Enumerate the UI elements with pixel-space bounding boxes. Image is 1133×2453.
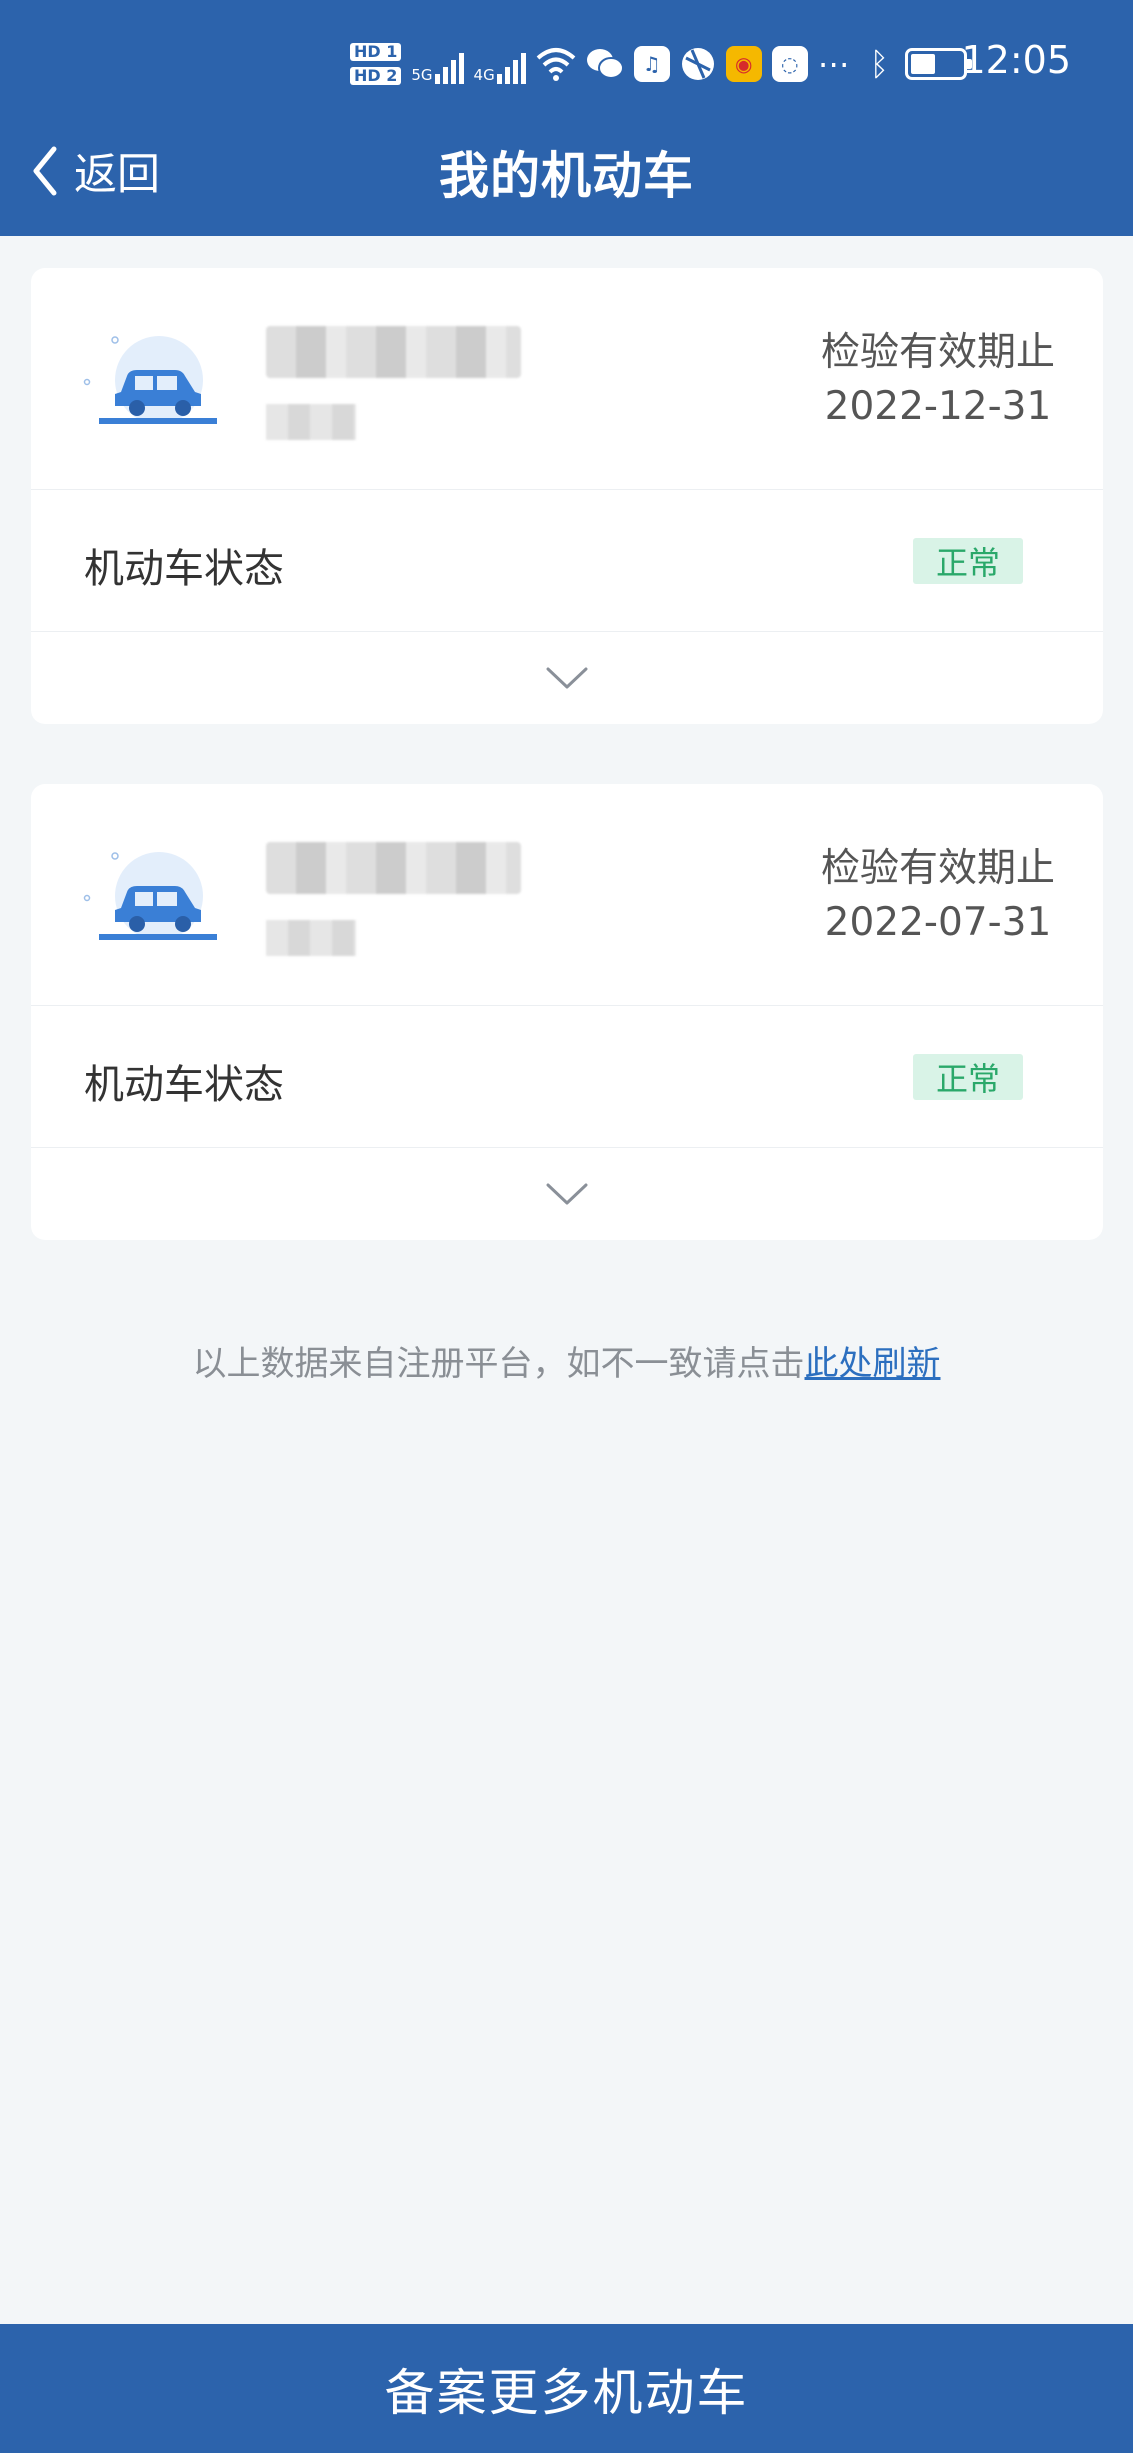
car-icon (83, 336, 217, 424)
bluetooth-icon: ᛒ (869, 45, 889, 83)
expiry-label: 检验有效期止 (820, 846, 1055, 891)
signal-bars-icon (434, 50, 464, 84)
music-icon: ♫ (633, 46, 670, 82)
vehicle-card[interactable]: 检验有效期止 2022-07-31 机动车状态 正常 (31, 784, 1103, 1240)
signal-bars-icon (496, 50, 526, 84)
chevron-down-icon (546, 667, 588, 689)
top-bar: HD 1 HD 2 5G 4G ♫ ◉ ◌ ⋯ ᛒ 12:05 返回 我的机动车 (0, 0, 1133, 236)
vehicle-status-row: 机动车状态 正常 (31, 1006, 1103, 1148)
clock: 12:05 (961, 38, 1071, 82)
chevron-down-icon (546, 1183, 588, 1205)
signal-5g: 5G (411, 44, 464, 84)
vehicle-status-label: 机动车状态 (84, 546, 284, 592)
wifi-icon (536, 48, 576, 81)
register-more-vehicles-button[interactable]: 备案更多机动车 (0, 2324, 1133, 2453)
vehicle-card[interactable]: 检验有效期止 2022-12-31 机动车状态 正常 (31, 268, 1103, 724)
expand-button[interactable] (31, 632, 1103, 724)
browser-icon (681, 48, 714, 80)
status-badge: 正常 (913, 538, 1023, 584)
wechat-icon (586, 49, 624, 79)
vehicle-status-row: 机动车状态 正常 (31, 490, 1103, 632)
weibo-icon: ◉ (725, 46, 762, 82)
chat-icon: ◌ (771, 46, 808, 82)
more-icon: ⋯ (817, 45, 850, 83)
inspection-expiry: 检验有效期止 2022-12-31 (821, 326, 1055, 434)
network-4g-label: 4G (473, 66, 495, 84)
plate-number-redacted (231, 318, 541, 468)
hd1-badge: HD 1 (350, 43, 402, 61)
battery-icon (904, 48, 972, 80)
hd2-badge: HD 2 (350, 67, 402, 85)
plate-number-redacted (231, 834, 541, 984)
sim-indicator: HD 1 HD 2 (350, 43, 402, 85)
status-badge: 正常 (913, 1054, 1023, 1100)
page-title: 我的机动车 (439, 147, 694, 205)
vehicle-card-header: 检验有效期止 2022-12-31 (31, 268, 1103, 490)
refresh-link[interactable]: 此处刷新 (805, 1344, 941, 1384)
data-source-text: 以上数据来自注册平台，如不一致请点击 (192, 1344, 805, 1384)
vehicle-card-header: 检验有效期止 2022-07-31 (31, 784, 1103, 1006)
expiry-date: 2022-07-31 (824, 900, 1052, 945)
status-bar: HD 1 HD 2 5G 4G ♫ ◉ ◌ ⋯ ᛒ 12:05 (0, 30, 1133, 100)
data-source-note: 以上数据来自注册平台，如不一致请点击此处刷新 (0, 1336, 1133, 1385)
expiry-date: 2022-12-31 (824, 384, 1052, 429)
car-icon (83, 852, 217, 940)
network-5g-label: 5G (411, 66, 433, 84)
inspection-expiry: 检验有效期止 2022-07-31 (821, 842, 1055, 950)
expiry-label: 检验有效期止 (820, 330, 1055, 375)
vehicle-status-label: 机动车状态 (84, 1062, 284, 1108)
signal-4g: 4G (474, 44, 526, 84)
expand-button[interactable] (31, 1148, 1103, 1240)
